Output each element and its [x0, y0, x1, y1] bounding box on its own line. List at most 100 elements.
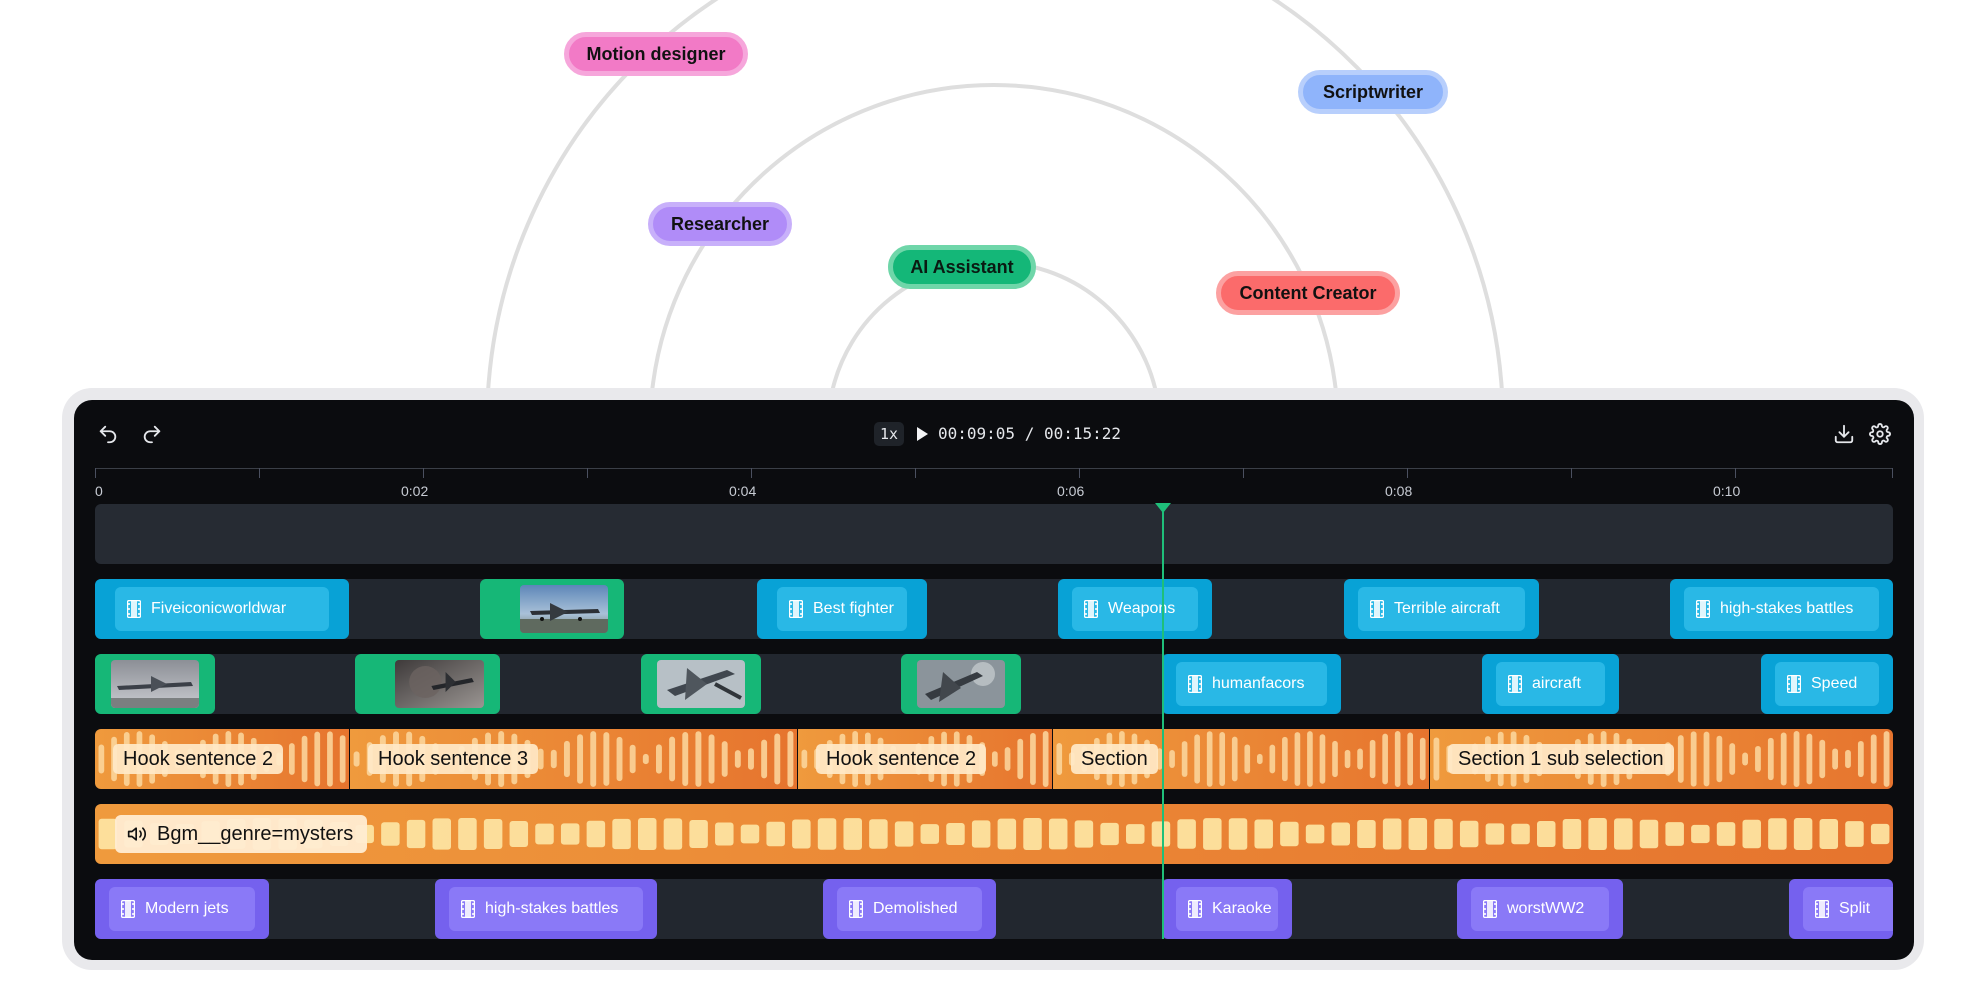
waveform-bar [1639, 819, 1659, 849]
voiceover-label: Hook sentence 3 [368, 744, 539, 774]
ruler-tick [259, 468, 260, 478]
waveform-bar [1228, 818, 1248, 850]
waveform-bar [560, 823, 580, 845]
gear-icon[interactable] [1866, 420, 1894, 448]
waveform-bar [1042, 731, 1049, 787]
time-ruler[interactable]: 0 0:02 0:04 0:06 0:08 0:10 [95, 468, 1893, 500]
caption-clip[interactable]: Split [1789, 879, 1893, 939]
voiceover-clip[interactable]: Hook sentence 3 [350, 729, 797, 789]
waveform-bar [1023, 818, 1042, 850]
waveform-bar [1419, 737, 1426, 781]
undo-icon[interactable] [94, 420, 122, 448]
waveform-bar [1434, 818, 1453, 850]
role-content-creator[interactable]: Content Creator [1216, 271, 1400, 315]
video-clip[interactable]: high-stakes battles [1670, 579, 1893, 639]
film-icon [1188, 900, 1202, 918]
voiceover-clip[interactable]: Section 1 sub selection [1430, 729, 1893, 789]
role-researcher[interactable]: Researcher [648, 202, 792, 246]
image-clip[interactable] [901, 654, 1021, 714]
playback-speed-button[interactable]: 1x [874, 422, 905, 446]
clip-chip: aircraft [1496, 662, 1605, 706]
clip-label: Terrible aircraft [1394, 600, 1500, 617]
waveform-bar [1294, 732, 1301, 786]
aircraft-thumbnail [111, 660, 199, 708]
image-clip[interactable] [641, 654, 761, 714]
waveform-bar [1331, 822, 1351, 846]
image-clip[interactable] [355, 654, 500, 714]
waveform-bar [792, 819, 811, 849]
clip-label: worstWW2 [1507, 900, 1585, 917]
caption-clip[interactable]: Karaoke [1162, 879, 1292, 939]
role-motion-designer[interactable]: Motion designer [564, 32, 748, 76]
voiceover-label: Section [1071, 744, 1158, 774]
waveform-bar [1017, 738, 1024, 780]
voiceover-clip[interactable]: Section [1053, 729, 1429, 789]
caption-clip[interactable]: high-stakes battles [435, 879, 657, 939]
waveform-bar [1793, 818, 1813, 850]
caption-clip[interactable]: Modern jets [95, 879, 269, 939]
clip-chip: Karaoke [1176, 887, 1278, 931]
waveform-bar [1677, 735, 1684, 783]
video-clip[interactable]: aircraft [1482, 654, 1619, 714]
waveform-bar [1357, 748, 1363, 770]
ruler-tick [587, 468, 588, 478]
film-icon [789, 600, 803, 618]
film-icon [121, 900, 135, 918]
video-clip[interactable]: Best fighter [757, 579, 927, 639]
ruler-tick [1571, 468, 1572, 478]
ruler-tick [1243, 468, 1244, 478]
redo-icon[interactable] [138, 420, 166, 448]
video-clip[interactable]: Weapons [1058, 579, 1212, 639]
waveform-bar [663, 818, 683, 850]
waveform-bar [695, 731, 702, 787]
film-icon [849, 900, 863, 918]
film-icon [127, 600, 141, 618]
video-clip[interactable]: Fiveiconicworldwar [95, 579, 349, 639]
waveform-bar [1256, 753, 1263, 765]
image-clip[interactable] [480, 579, 624, 639]
play-icon[interactable] [912, 423, 932, 445]
waveform-bar [1716, 735, 1723, 783]
ruler-label: 0 [95, 483, 103, 499]
waveform-bar [563, 740, 570, 778]
waveform-bar [1562, 818, 1582, 850]
waveform-bar [655, 744, 662, 774]
voiceover-label: Hook sentence 2 [816, 744, 987, 774]
clip-chip: Demolished [837, 887, 982, 931]
waveform-bar [616, 736, 623, 782]
ruler-label: 0:10 [1713, 483, 1741, 499]
video-clip[interactable]: humanfacors [1162, 654, 1341, 714]
empty-track[interactable] [95, 504, 1893, 564]
film-icon [461, 900, 475, 918]
image-clip[interactable] [95, 654, 215, 714]
waveform-bar [537, 748, 544, 770]
waveform-bar [1767, 737, 1774, 781]
playhead[interactable] [1162, 503, 1164, 939]
clip-chip: high-stakes battles [449, 887, 643, 931]
waveform-bar [1433, 737, 1440, 781]
speaker-icon [127, 827, 147, 841]
video-clip[interactable]: Speed [1761, 654, 1893, 714]
voiceover-clip[interactable]: Hook sentence 2 [95, 729, 349, 789]
role-ai-assistant[interactable]: AI Assistant [888, 245, 1036, 289]
ruler-tick [1407, 468, 1408, 478]
video-clip[interactable]: Terrible aircraft [1344, 579, 1539, 639]
voiceover-clip[interactable]: Hook sentence 2 [798, 729, 1052, 789]
ruler-tick [1735, 468, 1736, 478]
waveform-bar [1206, 731, 1213, 787]
waveform-bar [1407, 732, 1414, 786]
waveform-bar [1588, 818, 1607, 850]
waveform-bar [483, 818, 503, 850]
waveform-bar [1074, 820, 1094, 848]
waveform-bar [1004, 747, 1011, 771]
playhead-handle[interactable] [1155, 503, 1171, 513]
caption-clip[interactable]: Demolished [823, 879, 996, 939]
music-clip[interactable]: Bgm__genre=mysters [95, 804, 1893, 864]
waveform-bar [1307, 731, 1313, 787]
role-scriptwriter[interactable]: Scriptwriter [1298, 70, 1448, 114]
caption-clip[interactable]: worstWW2 [1457, 879, 1623, 939]
waveform-bar [787, 731, 794, 787]
waveform-bar [1870, 734, 1877, 784]
download-icon[interactable] [1830, 420, 1858, 448]
waveform-bar [1793, 731, 1800, 787]
